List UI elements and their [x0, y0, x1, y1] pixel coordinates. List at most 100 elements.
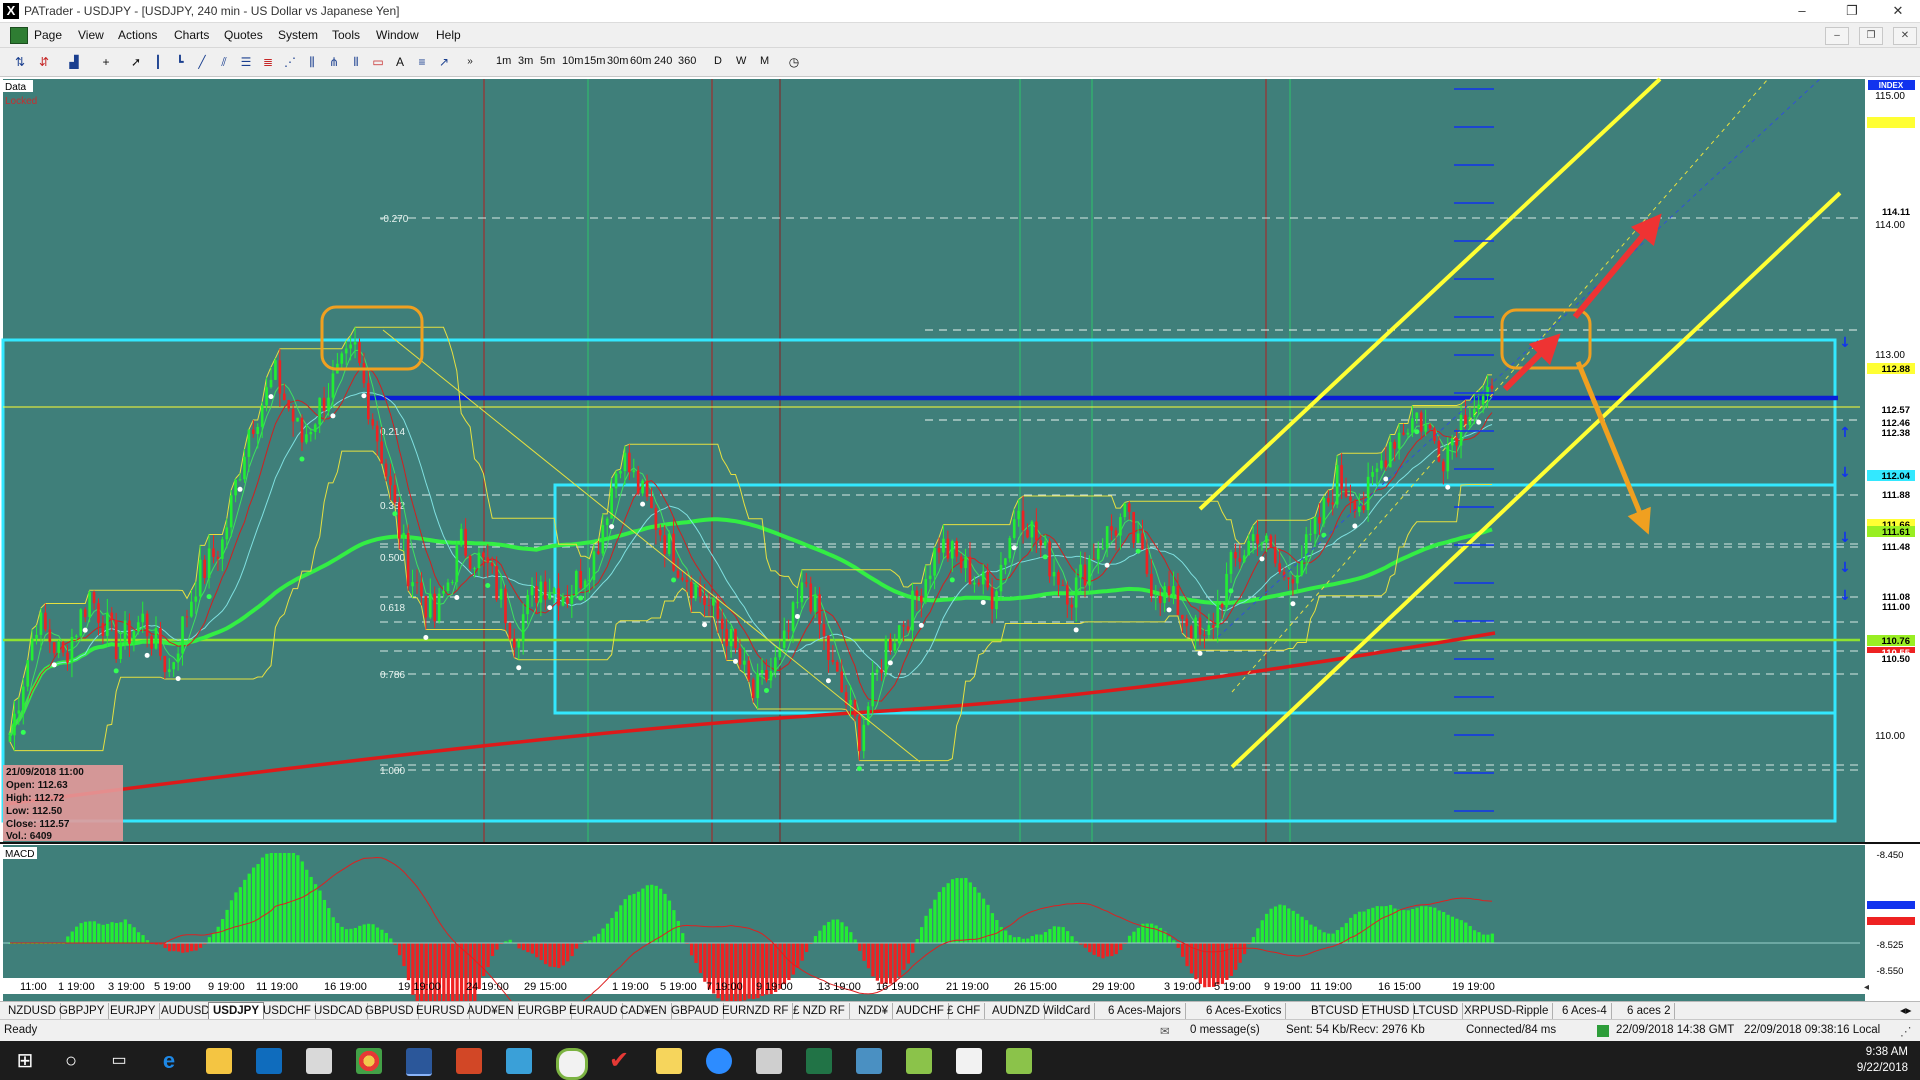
fib-extension-icon[interactable]: ≣	[260, 54, 276, 70]
symbol-tab[interactable]: 6 Aces-Exotics	[1202, 1003, 1287, 1019]
tf-10m[interactable]: 10m	[562, 55, 583, 67]
levels-icon[interactable]: ≡	[414, 54, 430, 70]
vertical-line-icon[interactable]: ┃	[150, 54, 166, 70]
symbol-tab[interactable]: AUDCHF	[892, 1003, 949, 1019]
search-circle-icon[interactable]: ○	[58, 1048, 84, 1074]
symbol-tab[interactable]: GBPUSD	[361, 1003, 419, 1019]
channel-icon[interactable]: ⫽	[216, 54, 232, 70]
symbol-tab[interactable]: ETHUSD	[1358, 1003, 1415, 1019]
fib-fan-icon[interactable]: ⋰	[282, 54, 298, 70]
tf-360[interactable]: 360	[678, 55, 696, 67]
menu-actions[interactable]: Actions	[118, 28, 157, 42]
app-blue-icon[interactable]	[506, 1048, 532, 1074]
more-tools-icon[interactable]: »	[462, 54, 478, 70]
status-messages[interactable]: 0 message(s)	[1190, 1024, 1260, 1036]
symbol-tab[interactable]: AUDNZD	[988, 1003, 1045, 1019]
menu-help[interactable]: Help	[436, 28, 461, 42]
word-icon[interactable]	[406, 1048, 432, 1076]
calculator-icon[interactable]	[756, 1048, 782, 1074]
ninja-icon[interactable]	[556, 1048, 588, 1080]
chart-type-icon[interactable]: ▟	[66, 54, 82, 70]
price-chart[interactable]: -0.2700.2140.3820.5000.6180.7861.000 ↓↑↓…	[0, 77, 1920, 1009]
tf-3m[interactable]: 3m	[518, 55, 533, 67]
gann-icon[interactable]: ⫼	[304, 54, 320, 70]
tf-240[interactable]: 240	[654, 55, 672, 67]
symbol-tab[interactable]: EURNZD RF	[718, 1003, 794, 1019]
symbol-tab[interactable]: AUDUSD	[157, 1003, 215, 1019]
outlook-icon[interactable]	[256, 1048, 282, 1074]
cycle-lines-icon[interactable]: ⫴	[348, 54, 364, 70]
start-windows-icon[interactable]: ⊞	[12, 1048, 38, 1074]
tf-15m[interactable]: 15m	[584, 55, 605, 67]
symbol-tab[interactable]: £ NZD RF	[789, 1003, 850, 1019]
menu-charts[interactable]: Charts	[174, 28, 209, 42]
scroll-left-icon[interactable]: ◂	[1864, 982, 1869, 993]
tab-scroll-icon[interactable]: ◂▸	[1896, 1003, 1916, 1019]
symbol-tab[interactable]: £ CHF	[943, 1003, 986, 1019]
pitchfork-icon[interactable]: ⋔	[326, 54, 342, 70]
mdi-close-button[interactable]: ✕	[1893, 27, 1917, 45]
file-explorer-icon[interactable]	[206, 1048, 232, 1074]
trendline-icon[interactable]: ╱	[194, 54, 210, 70]
app-window-icon[interactable]	[856, 1048, 882, 1074]
tf-5m[interactable]: 5m	[540, 55, 555, 67]
symbol-tab[interactable]: NZD¥	[854, 1003, 894, 1019]
close-button[interactable]: ✕	[1878, 2, 1918, 20]
tf-1m[interactable]: 1m	[496, 55, 511, 67]
symbol-tab[interactable]: 6 aces 2	[1623, 1003, 1676, 1019]
symbol-tab[interactable]: WildCard	[1039, 1003, 1096, 1019]
menu-quotes[interactable]: Quotes	[224, 28, 263, 42]
symbol-tab[interactable]: EURGBP	[514, 1003, 572, 1019]
menu-tools[interactable]: Tools	[332, 28, 360, 42]
mail-icon[interactable]: ✉	[1160, 1024, 1170, 1038]
symbol-tab[interactable]: AUD¥EN	[463, 1003, 519, 1019]
restore-button[interactable]: ❐	[1832, 2, 1872, 20]
symbol-tab[interactable]: USDCHF	[259, 1003, 316, 1019]
camtasia-icon-2[interactable]	[1006, 1048, 1032, 1074]
rectangle-icon[interactable]: ▭	[370, 54, 386, 70]
checkmark-app-icon[interactable]: ✔	[606, 1048, 632, 1074]
symbol-tab[interactable]: USDCAD	[310, 1003, 368, 1019]
fibonacci-icon[interactable]: ☰	[238, 54, 254, 70]
app-c-icon[interactable]	[956, 1048, 982, 1074]
tf-60m[interactable]: 60m	[630, 55, 651, 67]
symbol-tab[interactable]: BTCUSD	[1307, 1003, 1364, 1019]
menu-page[interactable]: Page	[34, 28, 62, 42]
menu-window[interactable]: Window	[376, 28, 419, 42]
order-icon[interactable]: ⇵	[36, 54, 52, 70]
symbol-tab[interactable]: USDJPY	[208, 1002, 265, 1020]
pointer-icon[interactable]: ➚	[128, 54, 144, 70]
symbol-tab[interactable]: LTCUSD	[1409, 1003, 1464, 1019]
symbol-tab[interactable]: 6 Aces-4	[1558, 1003, 1612, 1019]
camtasia-icon-1[interactable]	[906, 1048, 932, 1074]
edge-icon[interactable]: e	[156, 1048, 182, 1074]
clock-icon[interactable]: ◷	[786, 54, 802, 70]
arrow-icon[interactable]: ↗	[436, 54, 452, 70]
crosshair-icon[interactable]: +	[98, 54, 114, 70]
mdi-minimize-button[interactable]: –	[1825, 27, 1849, 45]
period-w[interactable]: W	[736, 55, 746, 67]
minimize-button[interactable]: –	[1782, 2, 1822, 20]
mdi-restore-button[interactable]: ❐	[1859, 27, 1883, 45]
task-view-icon[interactable]: ▭	[106, 1048, 132, 1074]
horizontal-line-icon[interactable]: ┗	[172, 54, 188, 70]
resize-grip-icon[interactable]: ⋰	[1900, 1024, 1912, 1038]
zoom-icon[interactable]	[706, 1048, 732, 1074]
symbol-tab[interactable]: NZDUSD	[4, 1003, 61, 1019]
taskbar-clock[interactable]: 9:38 AM 9/22/2018	[1857, 1044, 1908, 1076]
sticky-notes-icon[interactable]	[656, 1048, 682, 1074]
menu-system[interactable]: System	[278, 28, 318, 42]
chart-icon[interactable]	[10, 27, 28, 44]
symbol-tab[interactable]: CAD¥EN	[616, 1003, 672, 1019]
menu-view[interactable]: View	[78, 28, 104, 42]
symbol-tab[interactable]: EURJPY	[106, 1003, 161, 1019]
symbol-tab[interactable]: GBPJPY	[55, 1003, 110, 1019]
period-d[interactable]: D	[714, 55, 722, 67]
symbol-tab[interactable]: 6 Aces-Majors	[1104, 1003, 1186, 1019]
symbol-tab[interactable]: EURAUD	[565, 1003, 623, 1019]
app-chart-icon[interactable]	[306, 1048, 332, 1074]
text-icon[interactable]: A	[392, 54, 408, 70]
powerpoint-icon[interactable]	[456, 1048, 482, 1074]
tf-30m[interactable]: 30m	[607, 55, 628, 67]
excel-icon[interactable]	[806, 1048, 832, 1074]
